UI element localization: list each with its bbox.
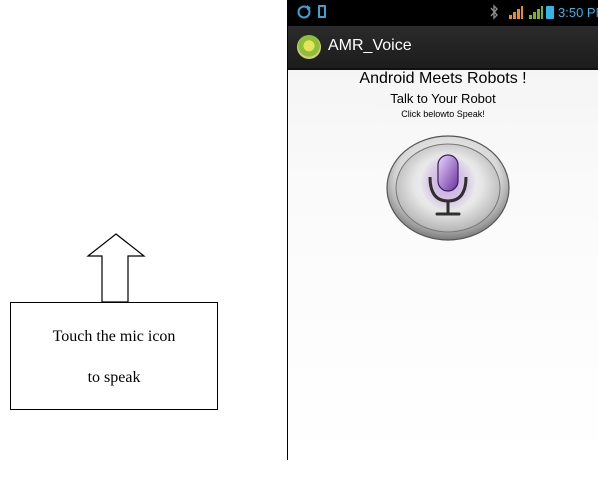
action-bar: AMR_Voice — [288, 26, 598, 70]
app-title: AMR_Voice — [328, 37, 412, 54]
app-logo-icon[interactable] — [297, 35, 321, 59]
status-time: 3:50 PM — [558, 5, 598, 20]
callout-line-2: to speak — [87, 369, 141, 386]
sync-icon — [297, 5, 311, 19]
speak-hint: Click belowto Speak! — [401, 109, 485, 119]
callout-line-1: Touch the mic icon — [52, 328, 176, 345]
page-subtitle: Talk to Your Robot — [390, 91, 496, 106]
page-title: Android Meets Robots ! — [359, 70, 527, 87]
microphone-button[interactable] — [383, 133, 513, 243]
battery-icon — [546, 6, 554, 19]
up-arrow-icon — [86, 233, 146, 303]
callout-box: Touch the mic icon to speak — [10, 302, 218, 410]
phone-screen: 3:50 PM AMR_Voice Android Meets Robots !… — [287, 0, 598, 460]
signal-icon — [509, 6, 523, 19]
device-icon — [318, 5, 326, 18]
bluetooth-icon — [490, 4, 498, 20]
status-bar: 3:50 PM — [288, 0, 598, 26]
signal-icon — [529, 6, 543, 19]
